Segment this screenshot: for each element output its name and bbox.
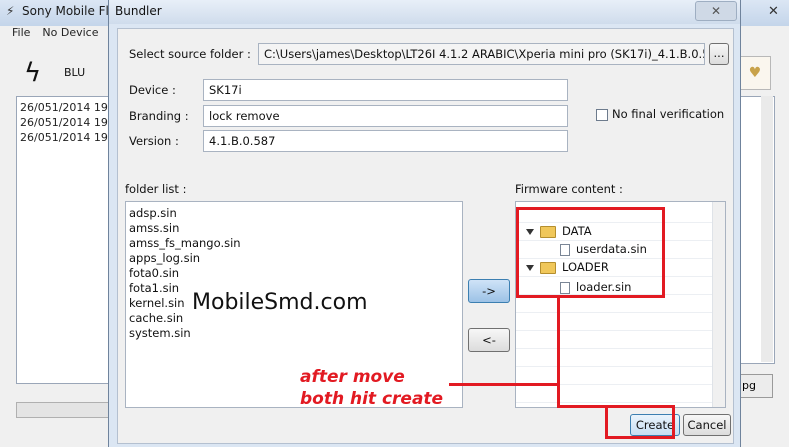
background-close-icon[interactable]: ✕ (768, 4, 779, 19)
firmware-content-label: Firmware content : (515, 182, 623, 196)
device-label: Device : (129, 83, 176, 97)
device-input[interactable]: SK17i (203, 79, 568, 101)
create-highlight-box (605, 405, 675, 439)
cancel-button[interactable]: Cancel (683, 414, 731, 436)
firmware-highlight-box (516, 207, 665, 298)
list-item[interactable]: adsp.sin (126, 206, 462, 221)
progress-bar (16, 402, 110, 418)
log-line: 26/051/2014 19:5 (20, 116, 109, 129)
version-input[interactable]: 4.1.B.0.587 (203, 130, 568, 152)
list-item[interactable]: apps_log.sin (126, 251, 462, 266)
annotation-connector-horizontal (557, 405, 607, 408)
list-item[interactable]: amss_fs_mango.sin (126, 236, 462, 251)
list-item[interactable]: amss.sin (126, 221, 462, 236)
background-partial-button[interactable]: pg (739, 374, 773, 398)
dialog-close-button[interactable]: ✕ (695, 1, 737, 21)
version-label: Version : (129, 134, 179, 148)
annotation-text: after move both hit create (300, 366, 443, 410)
flash-icon: ⚡ (6, 4, 15, 18)
move-left-button[interactable]: <- (468, 328, 510, 352)
log-line: 26/051/2014 19:5 (20, 131, 109, 144)
annotation-connector-vertical (557, 298, 560, 408)
watermark: MobileSmd.com (192, 290, 368, 315)
log-panel: 26/051/2014 19:5 26/051/2014 19:5 26/051… (16, 96, 110, 384)
list-item[interactable]: fota0.sin (126, 266, 462, 281)
browse-button[interactable]: ... (709, 43, 729, 65)
heart-icon[interactable]: ♥ (739, 56, 771, 90)
annotation-line: after move (300, 367, 405, 387)
background-partial-button-label: pg (742, 379, 756, 392)
background-window-title: Sony Mobile Fl (22, 4, 109, 18)
dialog-title: Bundler (115, 4, 162, 18)
source-folder-field[interactable]: C:\Users\james\Desktop\LT26I 4.1.2 ARABI… (258, 43, 705, 65)
annotation-line: both hit create (300, 389, 444, 409)
background-menu-bar: File No Device (0, 26, 110, 42)
log-line: 26/051/2014 19:5 (20, 101, 109, 114)
branding-label: Branding : (129, 109, 189, 123)
menu-no-device[interactable]: No Device (42, 26, 98, 39)
flash-button-icon[interactable]: ϟ (24, 58, 41, 88)
menu-file[interactable]: File (12, 26, 30, 39)
no-final-verification-label: No final verification (612, 107, 725, 121)
branding-input[interactable]: lock remove (203, 105, 568, 127)
move-right-button[interactable]: -> (468, 279, 510, 303)
list-item[interactable]: system.sin (126, 326, 462, 341)
folder-list-label: folder list : (125, 182, 187, 196)
no-final-verification-checkbox[interactable] (596, 109, 608, 121)
tree-scrollbar[interactable] (712, 202, 725, 407)
dialog-title-bar: Bundler ✕ (109, 0, 740, 24)
source-folder-label: Select source folder : (129, 47, 251, 61)
annotation-pointer-line (449, 383, 560, 386)
background-scrollbar[interactable] (761, 96, 773, 362)
blu-button[interactable]: BLU (64, 66, 85, 79)
